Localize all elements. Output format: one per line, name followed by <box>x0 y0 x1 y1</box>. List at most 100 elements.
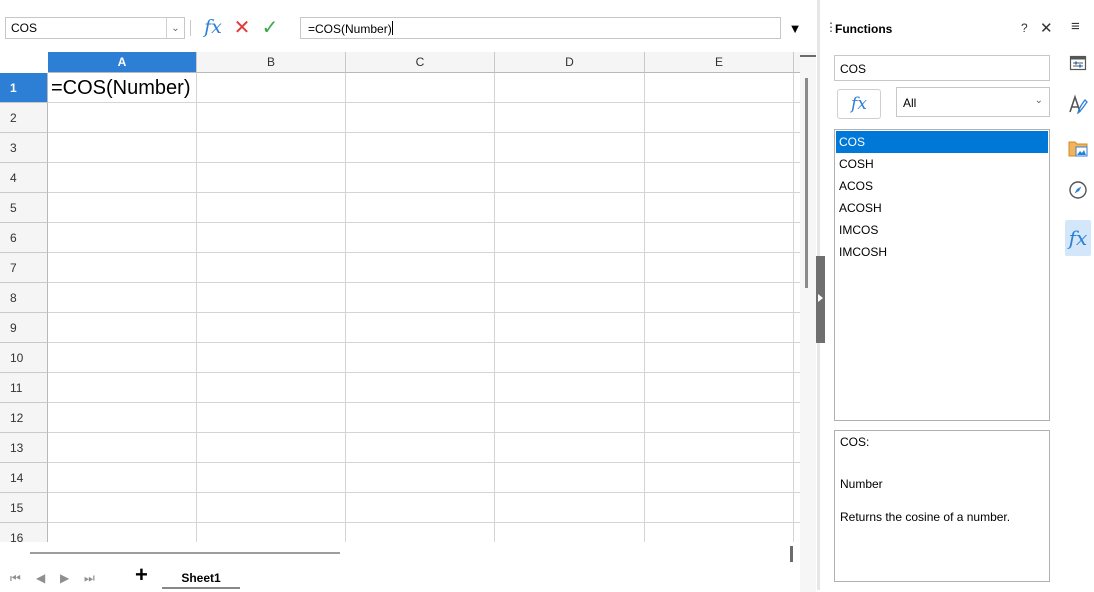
navigator-deck-button[interactable] <box>1065 177 1091 203</box>
grid-line <box>48 132 800 133</box>
add-sheet-button[interactable]: + <box>135 564 148 586</box>
sidebar-menu-button[interactable]: ≡ <box>1071 18 1080 35</box>
properties-deck-button[interactable] <box>1065 50 1091 76</box>
help-button[interactable]: ? <box>1021 21 1028 35</box>
row-header-7[interactable]: 7 <box>0 253 48 283</box>
name-box[interactable]: COS ⌄ <box>5 17 185 39</box>
row-header-4[interactable]: 4 <box>0 163 48 193</box>
previous-sheet-button[interactable]: ◀ <box>36 571 45 585</box>
function-item-imcosh[interactable]: IMCOSH <box>836 241 1048 263</box>
next-sheet-button[interactable]: ▶ <box>60 571 69 585</box>
formula-input[interactable]: =COS(Number) <box>300 17 781 39</box>
row-header-16[interactable]: 16 <box>0 523 48 542</box>
function-description: COS: Number Returns the cosine of a numb… <box>834 430 1050 582</box>
sidebar-collapse-handle[interactable] <box>816 256 825 343</box>
vertical-scrollbar[interactable] <box>800 52 816 592</box>
row-header-10[interactable]: 10 <box>0 343 48 373</box>
function-summary: Returns the cosine of a number. <box>840 510 1011 524</box>
cell-a1[interactable]: =COS(Number) <box>49 73 199 103</box>
close-panel-button[interactable]: ✕ <box>1040 19 1053 37</box>
grid-line <box>196 73 197 542</box>
row-header-1[interactable]: 1 <box>0 73 48 103</box>
insert-function-button[interactable]: fx <box>837 89 881 119</box>
grid-line <box>345 73 346 542</box>
column-header-e[interactable]: E <box>645 52 794 73</box>
expand-formula-bar-button[interactable]: ▼ <box>784 17 806 39</box>
sheet-tab-sheet1[interactable]: Sheet1 <box>162 567 240 589</box>
grid-line <box>48 372 800 373</box>
grid-line <box>48 492 800 493</box>
row-header-2[interactable]: 2 <box>0 103 48 133</box>
row-header-13[interactable]: 13 <box>0 433 48 463</box>
function-signature: COS: <box>840 435 870 449</box>
first-sheet-button[interactable]: ⏮ <box>10 571 21 586</box>
function-item-imcos[interactable]: IMCOS <box>836 219 1048 241</box>
function-item-acosh[interactable]: ACOSH <box>836 197 1048 219</box>
grid-line <box>48 402 800 403</box>
triangle-right-icon <box>818 294 823 302</box>
styles-icon <box>1069 94 1088 115</box>
formula-text: =COS(Number) <box>308 22 392 36</box>
check-icon: ✓ <box>261 16 279 39</box>
gallery-icon <box>1068 141 1088 157</box>
separator <box>190 20 191 36</box>
sheet-tab-bar <box>0 562 800 590</box>
column-header-c[interactable]: C <box>346 52 495 73</box>
category-select[interactable]: All ⌄ <box>896 87 1050 117</box>
grid-line <box>48 282 800 283</box>
function-item-acos[interactable]: ACOS <box>836 175 1048 197</box>
function-search-input[interactable]: COS <box>834 55 1050 81</box>
navigator-icon <box>1069 181 1087 199</box>
gallery-deck-button[interactable] <box>1065 135 1091 161</box>
row-header-11[interactable]: 11 <box>0 373 48 403</box>
grid-line <box>48 222 800 223</box>
name-box-value: COS <box>11 21 38 35</box>
grid-line <box>494 73 495 542</box>
functions-deck-button[interactable]: fx <box>1065 220 1091 256</box>
function-search-value: COS <box>840 62 867 76</box>
function-wizard-button[interactable]: fx <box>200 14 226 40</box>
row-header-12[interactable]: 12 <box>0 403 48 433</box>
grid-line <box>48 522 800 523</box>
row-header-6[interactable]: 6 <box>0 223 48 253</box>
text-caret <box>391 21 393 35</box>
row-header-14[interactable]: 14 <box>0 463 48 493</box>
row-header-8[interactable]: 8 <box>0 283 48 313</box>
column-header-b[interactable]: B <box>197 52 346 73</box>
row-header-5[interactable]: 5 <box>0 193 48 223</box>
row-header-3[interactable]: 3 <box>0 133 48 163</box>
last-sheet-button[interactable]: ⏭ <box>84 571 95 586</box>
grid-line <box>48 342 800 343</box>
grid-line <box>48 192 800 193</box>
grid-line <box>793 73 794 542</box>
properties-icon <box>1069 55 1087 71</box>
spreadsheet-grid[interactable]: A B C D E 1 2 3 4 5 6 7 8 9 10 11 12 13 … <box>0 52 800 542</box>
function-item-cos[interactable]: COS <box>836 131 1048 153</box>
grid-line <box>48 432 800 433</box>
grid-line <box>644 73 645 542</box>
chevron-down-icon[interactable]: ⌄ <box>166 18 184 38</box>
grid-line <box>48 462 800 463</box>
chevron-down-icon: ⌄ <box>1034 95 1043 106</box>
column-header-d[interactable]: D <box>495 52 645 73</box>
vertical-scroll-thumb[interactable] <box>805 78 808 288</box>
styles-deck-button[interactable] <box>1065 92 1091 118</box>
grid-line <box>48 312 800 313</box>
panel-title: Functions <box>835 22 893 36</box>
scrollbar-split-handle[interactable] <box>800 55 816 59</box>
cancel-button[interactable]: ✕ <box>230 14 254 40</box>
grid-line <box>48 252 800 253</box>
grid-line <box>48 162 800 163</box>
fx-icon: fx <box>204 16 222 38</box>
triangle-down-icon: ▼ <box>788 20 802 36</box>
accept-button[interactable]: ✓ <box>258 14 282 40</box>
function-list[interactable]: COS COSH ACOS ACOSH IMCOS IMCOSH <box>834 129 1050 421</box>
row-header-9[interactable]: 9 <box>0 313 48 343</box>
column-header-a[interactable]: A <box>48 52 197 73</box>
horizontal-split-handle[interactable] <box>790 546 793 562</box>
function-item-cosh[interactable]: COSH <box>836 153 1048 175</box>
row-header-15[interactable]: 15 <box>0 493 48 523</box>
horizontal-scroll-thumb[interactable] <box>30 552 340 554</box>
function-argument: Number <box>840 477 883 491</box>
fx-icon: fx <box>851 94 867 114</box>
